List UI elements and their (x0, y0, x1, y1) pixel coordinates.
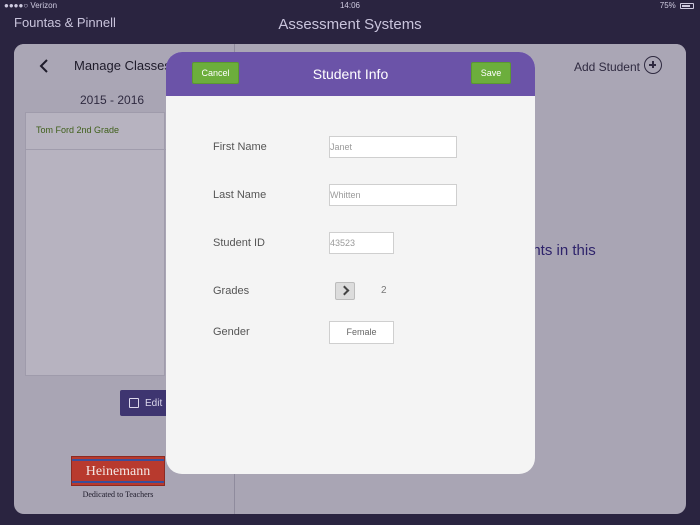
grades-label: Grades (213, 285, 250, 297)
edit-icon (129, 398, 139, 408)
add-student-button[interactable]: Add Student (574, 60, 640, 74)
class-name: Tom Ford 2nd Grade (36, 125, 120, 135)
status-bar: ●●●●○ Verizon 14:06 75% (0, 0, 700, 12)
student-id-label: Student ID (213, 237, 265, 249)
manage-classes-title: Manage Classes (74, 58, 171, 73)
gender-label: Gender (213, 326, 250, 338)
student-info-modal: Cancel Student Info Save First Name Jane… (166, 52, 535, 474)
class-list: Tom Ford 2nd Grade (25, 112, 166, 376)
heinemann-logo: Heinemann Dedicated to Teachers (71, 456, 165, 500)
battery-status: 75% (660, 0, 694, 12)
edit-button[interactable]: Edit (120, 390, 170, 416)
logo-mark: Heinemann (71, 456, 165, 486)
logo-wordmark: Heinemann (85, 464, 151, 479)
student-id-field[interactable]: 43523 (329, 232, 394, 254)
modal-header: Cancel Student Info Save (166, 52, 535, 96)
plus-circle-icon[interactable] (644, 56, 662, 74)
first-name-field[interactable]: Janet (329, 136, 457, 158)
class-list-item[interactable]: Tom Ford 2nd Grade (26, 113, 166, 150)
back-chevron-icon[interactable] (38, 58, 50, 74)
gender-select[interactable]: Female (329, 321, 394, 344)
battery-percent: 75% (659, 1, 676, 10)
logo-tagline: Dedicated to Teachers (82, 490, 154, 499)
last-name-field[interactable]: Whitten (329, 184, 457, 206)
clock: 14:06 (339, 1, 361, 10)
save-button[interactable]: Save (471, 62, 511, 84)
grade-picker-button[interactable] (335, 282, 355, 300)
first-name-label: First Name (213, 141, 267, 153)
grade-value: 2 (381, 285, 387, 296)
battery-icon (680, 2, 694, 9)
edit-label: Edit (145, 398, 163, 409)
chevron-right-icon (339, 285, 350, 296)
last-name-label: Last Name (213, 189, 267, 201)
app-title: Assessment Systems (278, 16, 422, 33)
school-year-label: 2015 - 2016 (80, 93, 145, 107)
